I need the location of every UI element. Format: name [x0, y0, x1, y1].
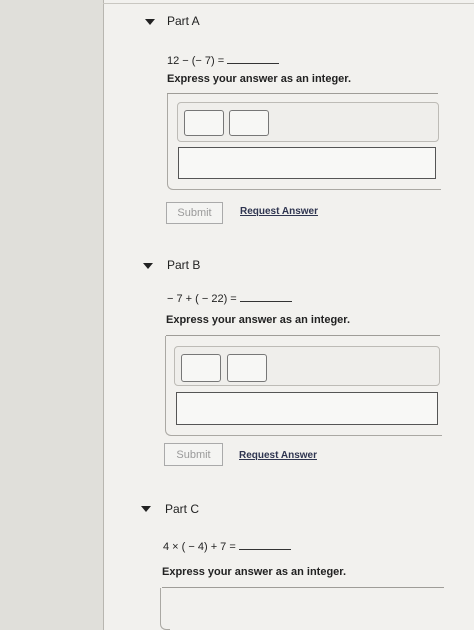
- answer-input[interactable]: [178, 147, 436, 179]
- question-text: 4 × ( − 4) + 7 =: [163, 541, 236, 553]
- template-button[interactable]: [229, 110, 269, 136]
- part-title: Part A: [167, 14, 200, 28]
- question-expression: − 7 + ( − 22) =: [167, 292, 292, 305]
- answer-panel: [165, 336, 442, 436]
- answer-blank: [239, 292, 292, 302]
- part-title: Part B: [167, 258, 201, 272]
- request-answer-link[interactable]: Request Answer: [239, 450, 317, 461]
- answer-input[interactable]: [176, 392, 438, 425]
- answer-panel: [167, 94, 441, 190]
- collapse-caret-icon[interactable]: [143, 263, 153, 269]
- question-text: − 7 + ( − 22) =: [167, 293, 237, 305]
- answer-blank: [227, 54, 280, 64]
- math-toolbar: [174, 346, 440, 386]
- submit-button[interactable]: Submit: [164, 443, 223, 466]
- answer-panel: [160, 588, 170, 630]
- instruction-text: Express your answer as an integer.: [167, 73, 352, 85]
- template-button[interactable]: [184, 110, 224, 136]
- instruction-text: Express your answer as an integer.: [166, 314, 351, 326]
- template-button[interactable]: [181, 354, 221, 382]
- collapse-caret-icon[interactable]: [145, 19, 155, 25]
- part-title: Part C: [165, 502, 200, 516]
- question-text: 12 − (− 7) =: [167, 55, 225, 67]
- template-button[interactable]: [227, 354, 267, 382]
- top-divider: [103, 3, 474, 4]
- instruction-text: Express your answer as an integer.: [162, 566, 347, 578]
- answer-divider: [162, 587, 444, 588]
- question-expression: 4 × ( − 4) + 7 =: [163, 540, 291, 553]
- submit-button[interactable]: Submit: [166, 202, 223, 224]
- left-margin: [0, 0, 103, 630]
- request-answer-link[interactable]: Request Answer: [240, 206, 318, 217]
- answer-blank: [238, 540, 291, 550]
- math-toolbar: [177, 102, 439, 142]
- collapse-caret-icon[interactable]: [141, 506, 151, 512]
- question-expression: 12 − (− 7) =: [167, 54, 280, 67]
